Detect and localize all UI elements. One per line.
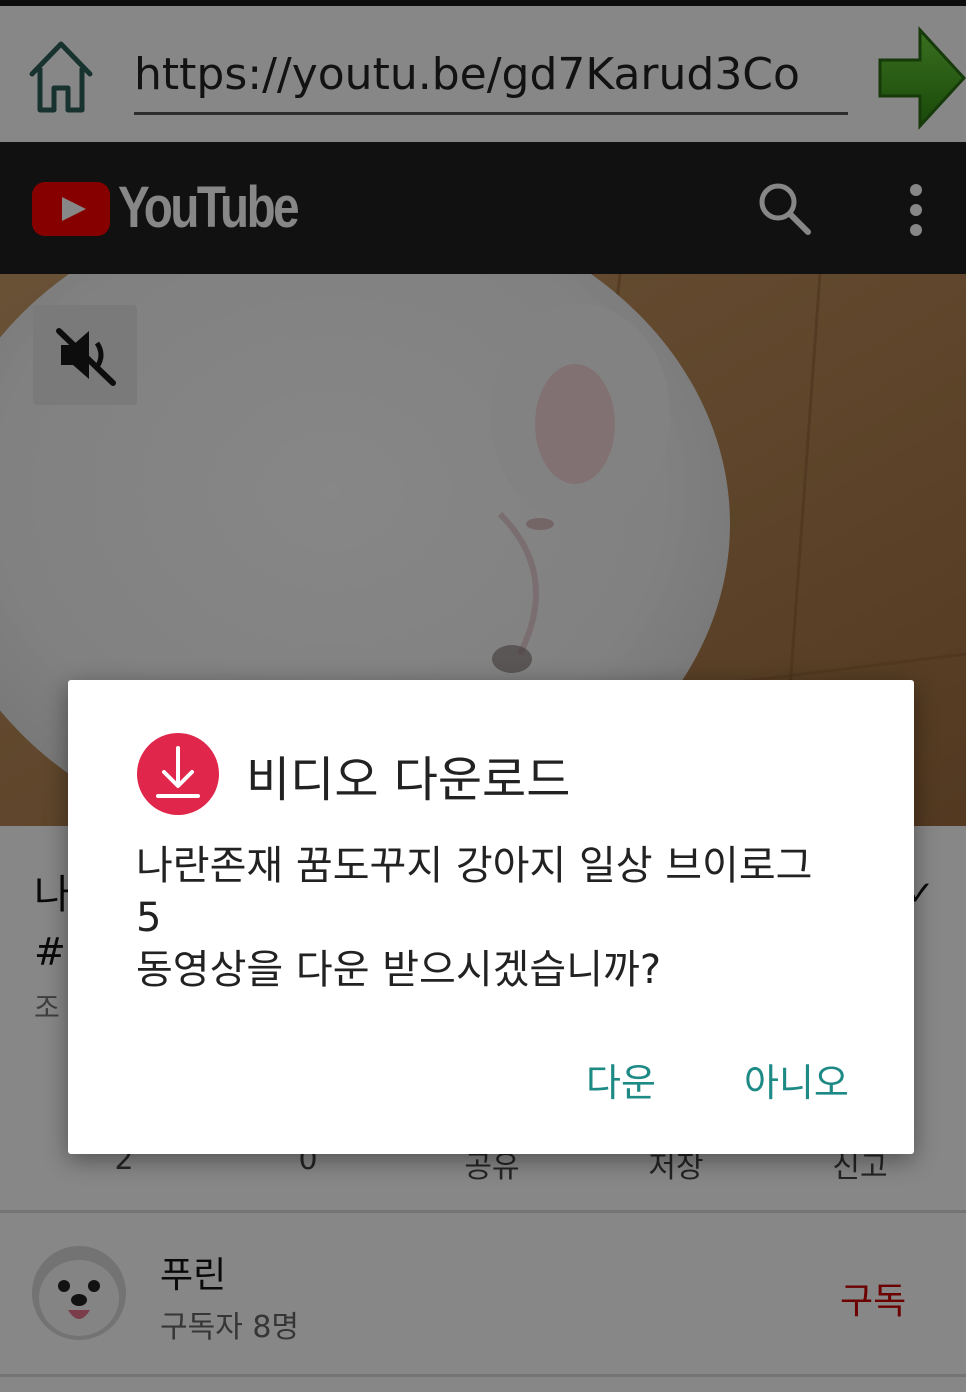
dialog-message-line: 동영상을 다운 받으시겠습니까? (136, 947, 662, 993)
dialog-message-line: 5 (136, 895, 162, 941)
download-dialog: 비디오 다운로드 나란존재 꿈도꾸지 강아지 일상 브이로그 5 동영상을 다운… (68, 680, 914, 1154)
dialog-message: 나란존재 꿈도꾸지 강아지 일상 브이로그 5 동영상을 다운 받으시겠습니까? (136, 840, 866, 996)
cancel-button[interactable]: 아니오 (744, 1052, 849, 1107)
dialog-message-line: 나란존재 꿈도꾸지 강아지 일상 브이로그 (136, 843, 813, 889)
download-circle-icon (136, 732, 220, 816)
dialog-title: 비디오 다운로드 (246, 752, 571, 808)
download-confirm-button[interactable]: 다운 (586, 1052, 656, 1107)
